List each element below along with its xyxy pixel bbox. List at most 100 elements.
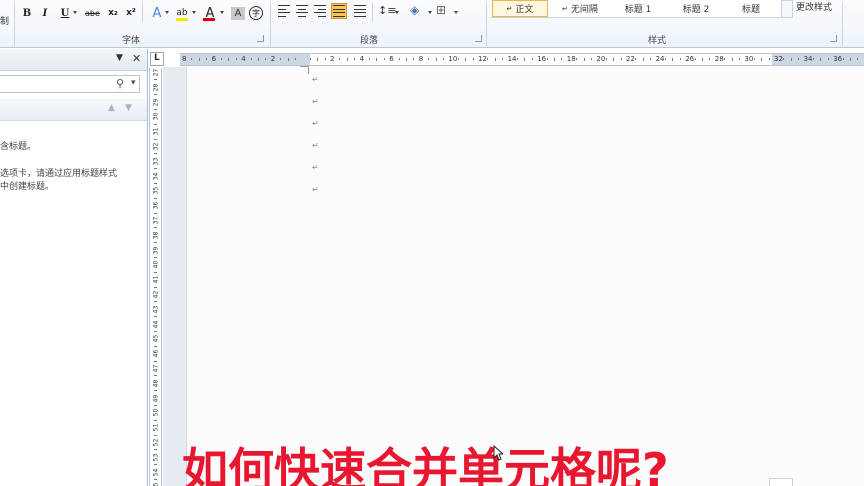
character-shading-button[interactable]: A	[231, 7, 245, 20]
next-result-icon[interactable]: ▼	[125, 103, 132, 113]
tab-selector[interactable]: L	[150, 52, 164, 66]
search-dropdown-icon[interactable]: ▾	[131, 78, 136, 88]
align-center-button[interactable]	[296, 5, 308, 17]
navigation-results-bar: ▲ ▼	[0, 99, 147, 121]
ruler-tick	[154, 345, 157, 347]
ruler-tick	[679, 58, 681, 60]
search-icon[interactable]: ⚲	[116, 77, 124, 90]
ruler-tick	[154, 197, 157, 199]
navigation-search-input[interactable]: ⚲ ▾	[0, 75, 140, 93]
distributed-button[interactable]	[354, 5, 366, 17]
strikethrough-button[interactable]: abe	[85, 4, 100, 22]
ruler-tick	[850, 58, 851, 61]
enclose-characters-button[interactable]: 字	[249, 6, 263, 20]
shading-icon[interactable]: ◈	[410, 3, 419, 17]
pane-options-dropdown-icon[interactable]: ▼	[116, 53, 123, 63]
bold-button[interactable]: B	[20, 4, 34, 22]
style-normal[interactable]: ↵ 正文	[492, 0, 548, 17]
font-group-label: 字体	[122, 36, 141, 46]
ruler-number: 51	[152, 423, 160, 432]
ruler-tick	[154, 123, 157, 125]
ruler-tick	[154, 449, 157, 451]
paragraph-inner-separator	[372, 2, 373, 22]
paragraph-mark: ↵	[312, 163, 319, 172]
ruler-number: 8	[418, 55, 424, 63]
line-spacing-icon[interactable]: ↕≡	[378, 4, 396, 17]
ruler-number: 27	[152, 68, 160, 77]
shading-dropdown-icon[interactable]	[428, 11, 432, 14]
borders-dropdown-icon[interactable]	[454, 11, 458, 14]
underline-dropdown-icon[interactable]	[73, 11, 77, 14]
ruler-number: 53	[152, 453, 160, 462]
ruler-tick	[502, 58, 504, 60]
align-right-button[interactable]	[314, 5, 326, 17]
navigation-pane-header: ▼ ✕	[0, 49, 147, 71]
paragraph-dialog-launcher-icon[interactable]	[475, 35, 482, 42]
borders-icon[interactable]: ⊞	[436, 3, 446, 17]
ruler-tick	[561, 58, 563, 60]
ruler-tick	[813, 58, 814, 60]
ruler-number: 2	[270, 55, 276, 63]
ruler-number: 6	[389, 55, 394, 63]
ruler-number: 26	[685, 55, 695, 63]
style-heading-1[interactable]: 标题 1	[610, 0, 666, 17]
group-separator	[14, 2, 15, 46]
horizontal-ruler[interactable]: 8 6 4 2 2 4 6 8 10 12 14 16 18 20 22 24 26 28 30 32 34 36	[180, 53, 864, 66]
styles-dialog-launcher-icon[interactable]	[830, 35, 837, 42]
document-page[interactable]	[186, 67, 864, 486]
pane-close-icon[interactable]: ✕	[132, 52, 141, 65]
superscript-button[interactable]: x²	[124, 4, 138, 22]
ruler-number: 14	[507, 55, 517, 63]
ruler-tick	[724, 58, 726, 60]
ruler-tick	[354, 58, 356, 60]
group-separator	[842, 2, 843, 46]
subscript-button[interactable]: x₂	[106, 4, 120, 22]
paragraph-mark: ↵	[312, 185, 319, 194]
ruler-number: 30	[744, 55, 754, 63]
text-effect-dropdown-icon[interactable]	[165, 11, 169, 14]
ruler-tick	[191, 58, 193, 60]
font-color-dropdown-icon[interactable]	[220, 11, 224, 14]
crop-mark	[308, 66, 309, 74]
ruler-number: 50	[152, 409, 160, 417]
style-heading-2[interactable]: 标题 2	[668, 0, 724, 17]
ruler-tick	[435, 58, 437, 61]
overlay-caption: 如何快速合并单元格呢?	[182, 443, 669, 486]
ruler-number: 4	[359, 55, 365, 63]
ruler-number: 45	[152, 335, 160, 343]
ruler-tick	[154, 212, 157, 214]
ruler-tick	[620, 58, 622, 60]
ruler-tick	[376, 58, 378, 61]
highlight-dropdown-icon[interactable]	[192, 11, 196, 14]
ruler-number: 33	[152, 157, 160, 166]
style-no-spacing[interactable]: ↵ 无间隔	[552, 0, 608, 17]
text-effect-button[interactable]: A	[150, 4, 164, 22]
italic-button[interactable]: I	[38, 4, 52, 22]
ruler-tick	[154, 138, 157, 140]
ruler-number: 2	[330, 55, 335, 63]
ruler-tick	[154, 331, 157, 332]
ruler-number: 24	[655, 55, 665, 63]
ruler-tick	[583, 58, 585, 61]
ruler-tick	[842, 58, 844, 60]
styles-gallery-scroll[interactable]	[781, 0, 793, 18]
ruler-tick	[317, 58, 319, 61]
vertical-ruler[interactable]: 27 28 29 30 31 32 33 34 35 36 37 38 39 40 41 42 43 44 45 46…	[149, 68, 162, 486]
previous-result-icon[interactable]: ▲	[108, 103, 115, 113]
font-dialog-launcher-icon[interactable]	[257, 35, 264, 42]
ruler-tick	[605, 58, 607, 60]
ruler-tick	[465, 58, 467, 61]
group-separator	[486, 2, 487, 46]
style-title[interactable]: 标题	[726, 0, 776, 17]
align-left-button[interactable]	[278, 5, 290, 17]
ruler-number: 36	[152, 201, 160, 210]
change-styles-button[interactable]: 更改样式	[796, 0, 832, 13]
justify-button[interactable]	[331, 3, 347, 19]
font-inner-separator	[142, 2, 143, 22]
line-spacing-dropdown-icon[interactable]	[395, 11, 399, 14]
underline-button[interactable]: U	[58, 4, 72, 22]
ruler-number: 28	[152, 83, 160, 92]
nav-message-line-2: 选项卡，请通过应用标题样式	[0, 169, 118, 179]
ruler-tick	[154, 257, 157, 258]
ruler-number: 54	[152, 468, 160, 476]
